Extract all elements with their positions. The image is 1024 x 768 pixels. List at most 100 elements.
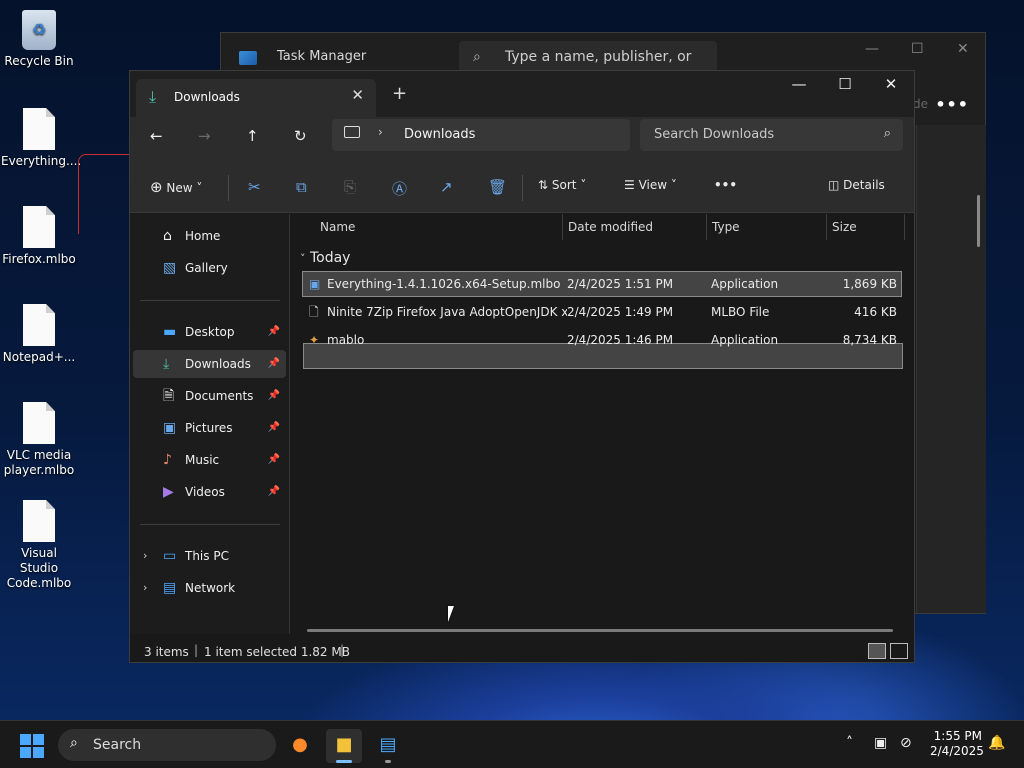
rename-icon: Ⓐ bbox=[392, 180, 408, 198]
sidebar-item-desktop[interactable]: ▬ Desktop 📌 bbox=[133, 318, 286, 346]
sidebar-item-videos[interactable]: ▶ Videos 📌 bbox=[133, 478, 286, 506]
maximize-icon[interactable]: ☐ bbox=[911, 41, 924, 57]
table-row[interactable]: ▣ Everything-1.4.1.1026.x64-Setup.mlbo 2… bbox=[302, 271, 902, 297]
table-row[interactable]: 🗋 Ninite 7Zip Firefox Java AdoptOpenJDK … bbox=[303, 300, 901, 324]
sidebar-item-pictures[interactable]: ▣ Pictures 📌 bbox=[133, 414, 286, 442]
pin-icon[interactable]: 📌 bbox=[268, 318, 280, 346]
table-row[interactable]: ✦ mablo 2/4/2025 1:46 PM Application 8,7… bbox=[303, 328, 901, 352]
pin-icon[interactable]: 📌 bbox=[268, 478, 280, 506]
refresh-icon[interactable]: ↻ bbox=[294, 127, 307, 145]
copy-button[interactable]: ⧉ bbox=[296, 178, 307, 196]
back-icon[interactable]: ← bbox=[150, 127, 163, 145]
new-button[interactable]: ⊕ New ˅ bbox=[150, 178, 202, 196]
more-options-icon[interactable]: ••• bbox=[714, 178, 737, 192]
desktop-icon-label: Notepad+... bbox=[2, 350, 76, 364]
sidebar-item-network[interactable]: › ▤ Network bbox=[133, 574, 286, 602]
sidebar-item-downloads[interactable]: ⤓ Downloads 📌 bbox=[133, 350, 286, 378]
desktop-icon-label: Recycle Bin bbox=[4, 54, 74, 68]
sidebar-item-label: Desktop bbox=[185, 325, 235, 339]
chevron-right-icon[interactable]: › bbox=[143, 574, 147, 602]
rename-button[interactable]: Ⓐ bbox=[392, 178, 407, 199]
paste-button[interactable]: ⎘ bbox=[344, 178, 356, 196]
selection-info: 1 item selected 1.82 MB bbox=[204, 645, 350, 659]
details-view-icon[interactable] bbox=[868, 643, 886, 659]
sidebar-item-label: Home bbox=[185, 229, 221, 243]
pin-icon[interactable]: 📌 bbox=[268, 382, 280, 410]
file-date: 2/4/2025 1:49 PM bbox=[567, 305, 674, 319]
chevron-down-icon: ˅ bbox=[670, 178, 677, 192]
minimize-icon[interactable]: — bbox=[776, 75, 822, 93]
command-bar: ⊕ New ˅ ✂ ⧉ ⎘ Ⓐ ↗ 🗑 ⇅ Sort ˅ ☰ View ˅ ••… bbox=[130, 159, 914, 213]
desktop-icon-notepad[interactable]: Notepad+... bbox=[1, 304, 77, 365]
pin-icon[interactable]: 📌 bbox=[268, 446, 280, 474]
file-size: 8,734 KB bbox=[842, 333, 897, 347]
search-input[interactable]: Search Downloads ⌕ bbox=[640, 119, 903, 151]
horizontal-scrollbar[interactable] bbox=[307, 629, 893, 632]
network-icon[interactable]: ▣ bbox=[874, 735, 887, 751]
divider bbox=[140, 524, 280, 525]
volume-muted-icon[interactable]: ⊘ bbox=[900, 735, 912, 751]
sidebar-item-documents[interactable]: 🗎 Documents 📌 bbox=[133, 382, 286, 410]
firefox-icon[interactable]: ● bbox=[282, 729, 318, 763]
close-tab-icon[interactable]: ✕ bbox=[351, 86, 364, 104]
red-annotation-mark bbox=[78, 154, 132, 234]
trash-icon: 🗑 bbox=[488, 178, 508, 196]
windows-start-icon[interactable] bbox=[20, 734, 44, 758]
clock[interactable]: 1:55 PM 2/4/2025 bbox=[930, 729, 984, 759]
taskbar-search-input[interactable]: ⌕ Search bbox=[58, 729, 276, 761]
details-label: Details bbox=[843, 178, 885, 192]
close-icon[interactable]: ✕ bbox=[957, 41, 969, 57]
file-type: MLBO File bbox=[711, 305, 770, 319]
chevron-right-icon[interactable]: › bbox=[143, 542, 147, 570]
scrollbar[interactable] bbox=[977, 195, 980, 247]
tab-downloads[interactable]: ⤓ Downloads ✕ bbox=[136, 79, 376, 117]
task-manager-panel bbox=[916, 125, 986, 613]
file-rows: ▣ Everything-1.4.1.1026.x64-Setup.mlbo 2… bbox=[289, 213, 913, 513]
sidebar-item-music[interactable]: ♪ Music 📌 bbox=[133, 446, 286, 474]
view-button[interactable]: ☰ View ˅ bbox=[624, 178, 677, 192]
desktop-icon-vscode[interactable]: Visual Studio Code.mlbo bbox=[1, 500, 77, 591]
task-manager-search-input[interactable]: ⌕ Type a name, publisher, or PID... bbox=[459, 41, 717, 97]
file-explorer-icon[interactable]: ■ bbox=[326, 729, 362, 763]
forward-icon[interactable]: → bbox=[198, 127, 211, 145]
sidebar-item-this-pc[interactable]: › ▭ This PC bbox=[133, 542, 286, 570]
desktop-icon-everything[interactable]: Everything.... bbox=[1, 108, 81, 169]
task-manager-icon[interactable]: ▤ bbox=[370, 729, 406, 763]
share-button[interactable]: ↗ bbox=[440, 178, 453, 196]
notification-bell-icon[interactable]: 🔔 bbox=[988, 735, 1005, 751]
up-icon[interactable]: ↑ bbox=[246, 127, 259, 145]
chevron-right-icon[interactable]: › bbox=[378, 125, 383, 139]
file-icon bbox=[23, 108, 55, 150]
cut-button[interactable]: ✂ bbox=[248, 178, 261, 196]
document-icon: 🗎 bbox=[163, 388, 175, 404]
pin-icon[interactable]: 📌 bbox=[268, 414, 280, 442]
address-box[interactable]: › Downloads bbox=[332, 119, 630, 151]
desktop-icon-vlc[interactable]: VLC media player.mlbo bbox=[1, 402, 77, 478]
details-button[interactable]: ◫ Details bbox=[828, 178, 885, 192]
more-options-icon[interactable]: ••• bbox=[935, 95, 969, 114]
close-icon[interactable]: ✕ bbox=[868, 75, 914, 93]
task-manager-title: Task Manager bbox=[277, 49, 367, 64]
file-type: Application bbox=[711, 333, 779, 347]
tiles-view-icon[interactable] bbox=[890, 643, 908, 659]
sidebar-item-home[interactable]: ⌂ Home bbox=[133, 222, 286, 250]
file-size: 1,869 KB bbox=[842, 277, 897, 291]
sidebar-item-label: Downloads bbox=[185, 357, 251, 371]
sidebar-item-gallery[interactable]: ▧ Gallery bbox=[133, 254, 286, 282]
pin-icon[interactable]: 📌 bbox=[268, 350, 280, 378]
minimize-icon[interactable]: — bbox=[865, 41, 879, 57]
desktop-icon-label: Visual Studio Code.mlbo bbox=[6, 546, 72, 590]
delete-button[interactable]: 🗑 bbox=[488, 178, 507, 196]
scissors-icon: ✂ bbox=[248, 178, 261, 196]
chevron-up-icon[interactable]: ˄ bbox=[846, 735, 853, 751]
desktop-icon-recycle-bin[interactable]: Recycle Bin bbox=[1, 10, 77, 69]
maximize-icon[interactable]: ☐ bbox=[822, 75, 868, 93]
active-indicator bbox=[336, 760, 352, 763]
task-manager-partial-label: de bbox=[913, 97, 928, 111]
new-label: New bbox=[166, 181, 193, 195]
sort-button[interactable]: ⇅ Sort ˅ bbox=[538, 178, 586, 192]
desktop-icon-firefox[interactable]: Firefox.mlbo bbox=[1, 206, 77, 267]
view-label: View bbox=[638, 178, 668, 192]
new-tab-icon[interactable]: + bbox=[392, 83, 407, 104]
breadcrumb[interactable]: Downloads bbox=[404, 127, 475, 142]
